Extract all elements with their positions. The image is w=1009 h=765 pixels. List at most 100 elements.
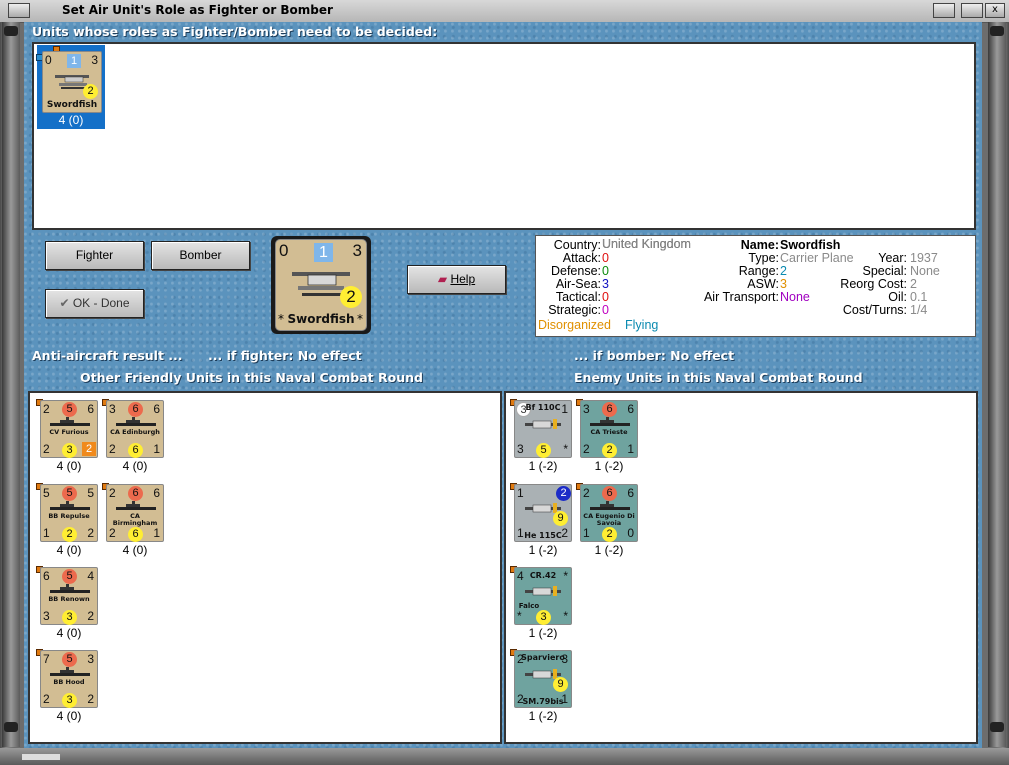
enemy-unit[interactable]: 1 2 He 115C 1 9 2 1 (-2)	[510, 483, 574, 564]
country-label: Country:	[553, 238, 601, 252]
help-button[interactable]: ▰ Help	[407, 265, 506, 294]
unit-name: BB Hood	[53, 678, 85, 686]
unit-counter[interactable]: 3 6 6 CA Edinburgh 2 6 1	[106, 400, 164, 458]
unit-counter[interactable]: 2 5 6 CV Furious 2 3 2	[40, 400, 98, 458]
enemy-unit[interactable]: 3 1 Bf 110C 3 5 * 1 (-2)	[510, 399, 574, 480]
reorg-cost-label: Reorg Cost:	[840, 277, 907, 291]
aircraft-icon	[525, 586, 561, 596]
counter-stat: 5	[62, 569, 77, 584]
unit-counter[interactable]: 2 6 6 CA Eugenio Di Savoia 1 2 0	[580, 484, 638, 542]
counter-stat: 3	[517, 442, 524, 456]
counter-stat: 2	[62, 527, 77, 542]
ok-done-label: OK - Done	[72, 296, 130, 310]
status-disorganized: Disorganized	[538, 318, 611, 332]
type-label: Type:	[748, 251, 779, 265]
range-label: Range:	[738, 264, 779, 278]
enemy-unit[interactable]: 2 3 Sparviero SM.79bis 2 9 1 1 (-2)	[510, 649, 574, 730]
counter-stat: 3	[352, 241, 362, 260]
fighter-button[interactable]: Fighter	[45, 241, 144, 270]
counter-stat: 3	[583, 402, 590, 416]
counter-stat: 2	[602, 443, 617, 458]
selected-unit-counter[interactable]: 0 1 3 2 Swordfish	[42, 51, 102, 113]
unit-count: 4 (0)	[58, 113, 84, 127]
unit-counter[interactable]: 3 6 6 CA Trieste 2 2 1	[580, 400, 638, 458]
name-label: Name:	[740, 238, 779, 252]
cost-turns-label: Cost/Turns:	[842, 303, 907, 317]
friendly-units-header: Other Friendly Units in this Naval Comba…	[80, 370, 423, 385]
name-value: Swordfish	[780, 238, 841, 252]
unit-counter[interactable]: 3 1 Bf 110C 3 5 *	[514, 400, 572, 458]
if-fighter-result: ... if fighter: No effect	[208, 348, 362, 363]
counter-stat: 0	[279, 241, 289, 260]
enemy-unit[interactable]: 2 6 6 CA Eugenio Di Savoia 1 2 0 1 (-2)	[576, 483, 640, 564]
aa-result-label: Anti-aircraft result ...	[32, 348, 183, 363]
counter-stat: 2	[87, 526, 94, 540]
if-bomber-result: ... if bomber: No effect	[574, 348, 735, 363]
unit-name: CA Eugenio Di Savoia	[583, 512, 635, 527]
friendly-unit[interactable]: 2 5 6 CV Furious 2 3 2 4 (0)	[36, 399, 100, 480]
system-menu-button[interactable]	[8, 3, 30, 18]
maximize-button[interactable]	[961, 3, 983, 18]
unit-counter[interactable]: 7 5 3 BB Hood 2 3 2	[40, 650, 98, 708]
counter-stat: 1	[517, 486, 524, 500]
counter-stat: 1	[153, 526, 160, 540]
counter-stat: 3	[87, 652, 94, 666]
title-bar[interactable]: Set Air Unit's Role as Fighter or Bomber…	[0, 0, 1009, 23]
counter-stat: 1	[561, 692, 568, 706]
unit-counter[interactable]: 6 5 4 BB Renown 3 3 2	[40, 567, 98, 625]
counter-stat: 5	[43, 486, 50, 500]
undecided-units-panel[interactable]: 0 1 3 2 Swordfish 4 (0)	[32, 42, 976, 230]
counter-stat: 2	[109, 526, 116, 540]
ok-done-button[interactable]: ✔ OK - Done	[45, 289, 144, 318]
counter-stat: 7	[43, 652, 50, 666]
counter-stat: 1	[153, 442, 160, 456]
unit-count: 4 (0)	[122, 459, 148, 473]
friendly-unit[interactable]: 2 6 6 CA Birmingham 2 6 1 4 (0)	[102, 483, 166, 564]
friendly-unit[interactable]: 5 5 5 BB Repulse 1 2 2 4 (0)	[36, 483, 100, 564]
unit-name: Bf 110C	[525, 403, 561, 412]
unit-name: CA Trieste	[590, 428, 628, 436]
resize-grip[interactable]	[22, 754, 60, 760]
big-unit-counter: 0 1 3 2 * Swordfish *	[275, 239, 367, 331]
counter-stat: 3	[536, 610, 551, 625]
unit-counter[interactable]: 4 * CR.42 Falco * 3 *	[514, 567, 572, 625]
friendly-units-panel[interactable]: 2 5 6 CV Furious 2 3 2 4 (0) 3 6 6 CA Edinburgh 2 6 1 4…	[28, 391, 502, 744]
unit-counter[interactable]: 5 5 5 BB Repulse 1 2 2	[40, 484, 98, 542]
type-value: Carrier Plane	[780, 251, 854, 265]
enemy-units-header: Enemy Units in this Naval Combat Round	[574, 370, 863, 385]
counter-stat: 1	[67, 54, 81, 68]
counter-stat: 1	[43, 526, 50, 540]
strategic-value: 0	[602, 303, 609, 317]
country-value-text: United Kingdom	[602, 237, 691, 251]
unit-info-panel: Country: United Kingdom United Kingdom A…	[535, 235, 976, 337]
unit-counter[interactable]: 2 6 6 CA Birmingham 2 6 1	[106, 484, 164, 542]
counter-stat: 4	[87, 569, 94, 583]
ship-icon	[590, 501, 630, 510]
counter-stat: 2	[87, 609, 94, 623]
counter-stat: 2	[583, 486, 590, 500]
ship-icon	[50, 667, 90, 676]
help-label: Help	[450, 272, 476, 286]
enemy-unit[interactable]: 3 6 6 CA Trieste 2 2 1 1 (-2)	[576, 399, 640, 480]
bottom-frame	[0, 748, 1009, 765]
counter-stat: 3	[62, 693, 77, 708]
counter-stat: 1	[627, 442, 634, 456]
counter-stat: 5	[536, 443, 551, 458]
bomber-button[interactable]: Bomber	[151, 241, 250, 270]
counter-stat: 2	[583, 442, 590, 456]
minimize-button[interactable]	[933, 3, 955, 18]
friendly-unit[interactable]: 7 5 3 BB Hood 2 3 2 4 (0)	[36, 649, 100, 730]
oil-label: Oil:	[888, 290, 907, 304]
unit-counter[interactable]: 2 3 Sparviero SM.79bis 2 9 1	[514, 650, 572, 708]
unit-counter[interactable]: 1 2 He 115C 1 9 2	[514, 484, 572, 542]
counter-stat: 2	[43, 402, 50, 416]
air-transport-label: Air Transport:	[703, 290, 779, 304]
unit-name: BB Renown	[48, 595, 90, 603]
enemy-units-panel[interactable]: 3 1 Bf 110C 3 5 * 1 (-2) 3 6 6 CA Trieste 2 2 1 1 (-2)…	[504, 391, 978, 744]
close-button[interactable]: x	[985, 3, 1005, 18]
enemy-unit[interactable]: 4 * CR.42 Falco * 3 * 1 (-2)	[510, 566, 574, 647]
friendly-unit[interactable]: 3 6 6 CA Edinburgh 2 6 1 4 (0)	[102, 399, 166, 480]
counter-stat: 1	[314, 243, 333, 262]
selected-unit-highlight[interactable]: 0 1 3 2 Swordfish 4 (0)	[36, 45, 105, 129]
friendly-unit[interactable]: 6 5 4 BB Renown 3 3 2 4 (0)	[36, 566, 100, 647]
